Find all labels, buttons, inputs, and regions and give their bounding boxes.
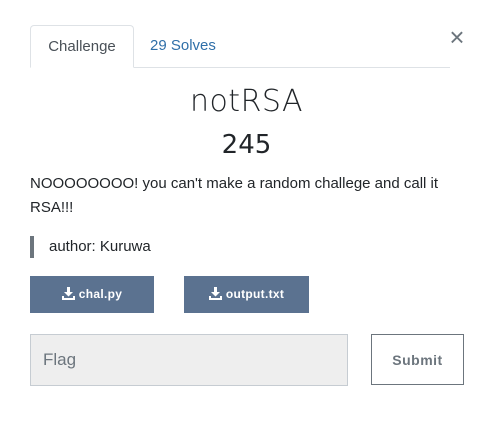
challenge-value: 245 (221, 130, 272, 160)
challenge-description: NOOOOOOOO! you can't make a random chall… (30, 175, 439, 216)
download-chal-py-button[interactable]: chal.py (30, 276, 154, 313)
close-button[interactable]: × (447, 24, 467, 50)
submit-button[interactable]: Submit (371, 334, 464, 385)
challenge-modal: × Challenge 29 Solves notRSA 245 NOOOOOO… (0, 0, 493, 432)
author-quote: author: Kuruwa (30, 236, 151, 258)
tab-bar: Challenge 29 Solves (30, 25, 450, 68)
download-output-txt-button[interactable]: output.txt (184, 276, 309, 313)
tab-challenge[interactable]: Challenge (30, 25, 134, 68)
challenge-name: notRSA (189, 84, 304, 119)
tab-solves[interactable]: 29 Solves (134, 25, 232, 66)
file-label: output.txt (225, 287, 285, 301)
download-icon (208, 287, 222, 300)
flag-input[interactable] (30, 334, 348, 386)
close-icon[interactable]: × (449, 22, 464, 52)
author-text: author: Kuruwa (49, 238, 151, 255)
file-label: chal.py (78, 287, 123, 301)
download-icon (61, 287, 75, 300)
